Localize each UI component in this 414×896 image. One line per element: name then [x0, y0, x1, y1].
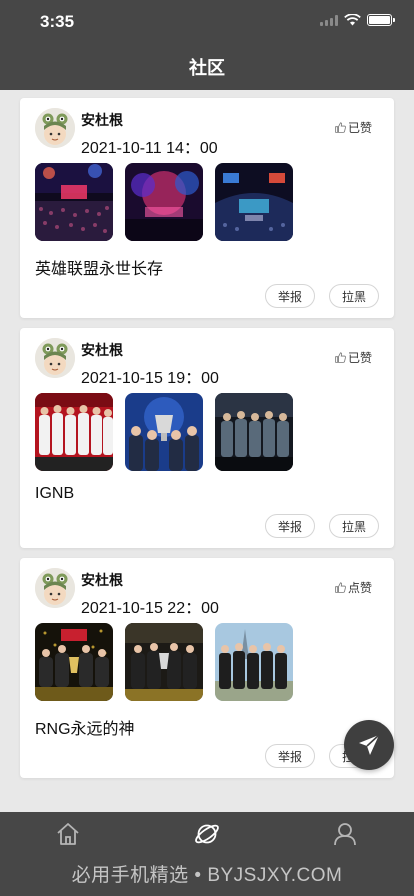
tab-profile[interactable]: [330, 819, 360, 849]
trophy-team-photo[interactable]: [125, 393, 203, 471]
report-button[interactable]: 举报: [265, 514, 315, 538]
post-date: 2021-10-11 14：00: [81, 140, 218, 157]
post-images: [35, 163, 293, 241]
report-button[interactable]: 举报: [265, 284, 315, 308]
report-button[interactable]: 举报: [265, 744, 315, 768]
watermark-text: 必用手机精选 • BYJSJXY.COM: [71, 865, 343, 886]
like-label: 已赞: [347, 121, 372, 135]
team-outdoor-photo[interactable]: [215, 623, 293, 701]
cellular-signal-icon: [320, 14, 338, 26]
stage-lights-photo[interactable]: [125, 163, 203, 241]
post-username[interactable]: 安杜根: [81, 340, 123, 360]
tab-bar: 必用手机精选 • BYJSJXY.COM: [0, 812, 414, 896]
post-actions: 举报 拉黑: [265, 514, 379, 538]
like-label: 点赞: [347, 581, 372, 595]
post-feed[interactable]: 安杜根 2021-10-11 14：00 已赞 英雄联盟永世长存 举报 拉黑 安…: [0, 90, 414, 812]
team-with-trophy-photo[interactable]: [125, 623, 203, 701]
like-label: 已赞: [347, 351, 372, 365]
tab-community[interactable]: [192, 819, 222, 849]
like-button[interactable]: 已赞: [334, 349, 372, 366]
page-title: 社区: [189, 58, 225, 78]
post-card: 安杜根 2021-10-11 14：00 已赞 英雄联盟永世长存 举报 拉黑: [20, 98, 394, 318]
post-text: IGNB: [35, 485, 75, 502]
team-on-stage-photo[interactable]: [215, 393, 293, 471]
arena-crowd-photo[interactable]: [35, 163, 113, 241]
post-text: 英雄联盟永世长存: [35, 261, 164, 278]
team-lineup-photo[interactable]: [35, 393, 113, 471]
home-icon: [57, 823, 79, 845]
post-card: 安杜根 2021-10-15 22：00 点赞 RNG永远的神 举报 拉黑: [20, 558, 394, 778]
like-button[interactable]: 点赞: [334, 579, 372, 596]
like-button[interactable]: 已赞: [334, 119, 372, 136]
profile-icon: [334, 823, 356, 846]
thumbs-up-icon: [335, 582, 346, 593]
post-images: [35, 623, 293, 701]
status-icons: [320, 14, 395, 26]
wifi-icon: [344, 14, 361, 26]
post-date: 2021-10-15 19：00: [81, 370, 219, 387]
arena-stage-photo[interactable]: [215, 163, 293, 241]
block-button[interactable]: 拉黑: [329, 284, 379, 308]
thumbs-up-icon: [335, 352, 346, 363]
block-button[interactable]: 拉黑: [329, 514, 379, 538]
planet-icon: [195, 824, 219, 844]
status-bar: 3:35: [0, 0, 414, 44]
post-text: RNG永远的神: [35, 721, 135, 738]
send-icon: [359, 734, 380, 755]
avatar[interactable]: [35, 338, 75, 378]
post-username[interactable]: 安杜根: [81, 570, 123, 590]
post-images: [35, 393, 293, 471]
status-time: 3:35: [40, 12, 75, 31]
post-date: 2021-10-15 22：00: [81, 600, 219, 617]
tab-home[interactable]: [53, 819, 83, 849]
nav-bar: 社区: [0, 44, 414, 90]
send-post-button[interactable]: [344, 720, 394, 770]
champions-celebration-photo[interactable]: [35, 623, 113, 701]
avatar[interactable]: [35, 108, 75, 148]
battery-icon: [367, 14, 395, 26]
post-username[interactable]: 安杜根: [81, 110, 123, 130]
avatar[interactable]: [35, 568, 75, 608]
post-card: 安杜根 2021-10-15 19：00 已赞 IGNB 举报 拉黑: [20, 328, 394, 548]
post-actions: 举报 拉黑: [265, 284, 379, 308]
thumbs-up-icon: [335, 122, 346, 133]
